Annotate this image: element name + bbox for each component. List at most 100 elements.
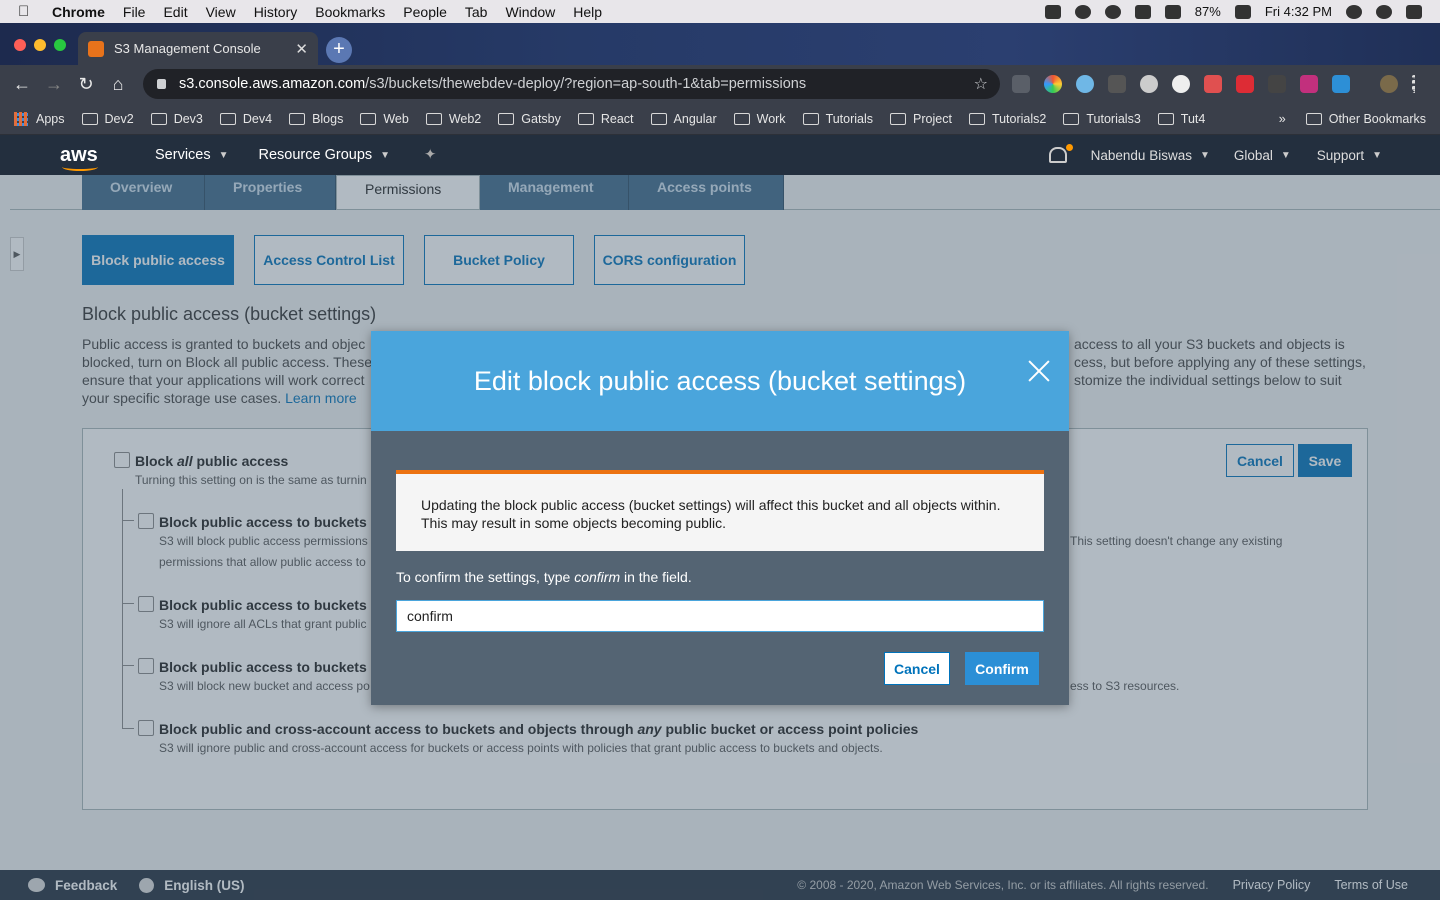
extensions-area	[1012, 75, 1416, 93]
bookmark-label: Dev4	[242, 111, 273, 126]
bookmark-folder[interactable]: Dev3	[150, 112, 203, 126]
warning-text-line1: Updating the block public access (bucket…	[421, 497, 1001, 513]
bookmark-folder[interactable]: Project	[890, 112, 952, 126]
bookmark-star-icon[interactable]: ☆	[974, 74, 988, 94]
services-menu[interactable]: Services ▼	[155, 147, 229, 163]
home-icon[interactable]: ⌂	[102, 74, 134, 95]
folder-icon	[425, 112, 442, 125]
menu-app[interactable]: Chrome	[52, 4, 105, 20]
menu-help[interactable]: Help	[573, 4, 602, 20]
time-machine-icon[interactable]	[1104, 4, 1121, 19]
folder-icon	[81, 112, 98, 125]
bookmark-folder[interactable]: Tut4	[1157, 112, 1205, 126]
target-extension-icon[interactable]	[1140, 75, 1158, 93]
bookmark-label: Dev2	[104, 111, 134, 126]
menu-view[interactable]: View	[206, 4, 236, 20]
close-tab-icon[interactable]: ✕	[295, 40, 308, 58]
close-window-button[interactable]	[14, 39, 26, 51]
creative-cloud-icon[interactable]	[1074, 4, 1091, 19]
new-tab-button[interactable]: +	[326, 37, 352, 63]
bookmark-folder[interactable]: Gatsby	[498, 112, 561, 126]
profile-avatar[interactable]	[1380, 75, 1398, 93]
bookmark-folder[interactable]: Tutorials2	[968, 112, 1046, 126]
bookmark-folder[interactable]: Work	[733, 112, 786, 126]
battery-icon[interactable]	[1234, 4, 1251, 19]
forward-arrow-icon[interactable]: →	[38, 74, 70, 95]
modal-title: Edit block public access (bucket setting…	[473, 366, 967, 396]
bookmark-folder[interactable]: React	[577, 112, 634, 126]
bookmark-label: Gatsby	[521, 111, 561, 126]
menu-file[interactable]: File	[123, 4, 146, 20]
status-check-icon[interactable]	[1044, 4, 1061, 19]
notifications-bell-icon[interactable]	[1048, 144, 1073, 163]
pen-extension-icon[interactable]	[1108, 75, 1126, 93]
folder-icon	[650, 112, 667, 125]
folder-icon	[577, 112, 594, 125]
menu-window[interactable]: Window	[505, 4, 555, 20]
services-label: Services	[155, 147, 211, 163]
user-menu[interactable]: Nabendu Biswas ▼	[1091, 148, 1210, 163]
apple-icon[interactable]: 	[18, 3, 36, 20]
pin-icon[interactable]: ✦	[424, 147, 436, 163]
resource-groups-menu[interactable]: Resource Groups ▼	[259, 147, 391, 163]
bookmark-folder[interactable]: Web2	[425, 111, 482, 126]
resource-groups-label: Resource Groups	[258, 147, 373, 163]
browser-tab[interactable]: S3 Management Console ✕	[78, 32, 318, 65]
menu-people[interactable]: People	[403, 4, 447, 20]
video-extension-icon[interactable]	[1204, 75, 1222, 93]
back-arrow-icon[interactable]: ←	[6, 74, 38, 95]
zoom-window-button[interactable]	[54, 39, 66, 51]
address-bar[interactable]: s3.console.aws.amazon.com /s3/buckets/th…	[143, 69, 1000, 99]
siri-icon[interactable]	[1376, 4, 1392, 19]
aws-logo[interactable]: aws	[60, 144, 102, 171]
bookmark-folder[interactable]: Angular	[650, 112, 717, 126]
wifi-icon[interactable]	[1134, 4, 1151, 19]
support-menu[interactable]: Support ▼	[1317, 148, 1382, 163]
menu-edit[interactable]: Edit	[163, 4, 187, 20]
bookmark-folder[interactable]: Tutorials3	[1063, 112, 1141, 126]
reload-icon[interactable]: ↻	[70, 74, 102, 95]
close-icon[interactable]	[1027, 359, 1051, 383]
folder-icon	[890, 112, 907, 125]
modal-confirm-button[interactable]: Confirm	[965, 652, 1039, 685]
modal-cancel-button[interactable]: Cancel	[884, 652, 950, 685]
bookmark-folder[interactable]: Web	[360, 111, 409, 126]
volume-icon[interactable]	[1164, 4, 1181, 19]
support-label: Support	[1316, 147, 1365, 163]
apps-grid-icon	[14, 111, 28, 126]
user-name: Nabendu Biswas	[1090, 147, 1192, 163]
bookmark-folder[interactable]: Tutorials	[802, 111, 874, 126]
bookmark-label: Web2	[448, 111, 482, 126]
redux-extension-icon[interactable]	[1268, 75, 1286, 93]
bookmark-folder[interactable]: Blogs	[289, 112, 343, 126]
confirm-input[interactable]	[396, 600, 1044, 632]
bookmark-folder[interactable]: Dev4	[219, 111, 273, 126]
grid-extension-icon[interactable]	[1300, 75, 1318, 93]
react-devtools-icon[interactable]	[1076, 75, 1094, 93]
bookmarks-overflow-button[interactable]: »	[1279, 112, 1286, 126]
color-picker-extension-icon[interactable]	[1044, 75, 1062, 93]
menu-history[interactable]: History	[254, 4, 298, 20]
region-menu[interactable]: Global ▼	[1234, 148, 1291, 163]
menu-tab[interactable]: Tab	[465, 4, 488, 20]
bookmark-folder[interactable]: Dev2	[81, 111, 134, 126]
browser-toolbar: ← → ↻ ⌂ s3.console.aws.amazon.com /s3/bu…	[0, 65, 1440, 103]
bookmark-label: Tutorials	[825, 111, 874, 126]
bookmark-label: Web	[383, 111, 409, 126]
notification-center-icon[interactable]	[1406, 4, 1422, 19]
chrome-menu-icon[interactable]	[1412, 75, 1416, 93]
json-extension-icon[interactable]	[1012, 75, 1030, 93]
folder-icon	[219, 112, 236, 125]
bookmark-label: Other Bookmarks	[1328, 111, 1426, 126]
iq-extension-icon[interactable]	[1332, 75, 1350, 93]
bookmark-label: Project	[913, 111, 952, 126]
clock[interactable]: Fri 4:32 PM	[1265, 4, 1332, 19]
spotlight-icon[interactable]	[1346, 4, 1362, 19]
folder-icon	[289, 112, 306, 125]
minimize-window-button[interactable]	[34, 39, 46, 51]
bookmark-apps[interactable]: Apps	[14, 111, 65, 126]
circle-extension-icon[interactable]	[1172, 75, 1190, 93]
menu-bookmarks[interactable]: Bookmarks	[315, 4, 385, 20]
other-bookmarks[interactable]: Other Bookmarks	[1305, 111, 1426, 126]
angular-extension-icon[interactable]	[1236, 75, 1254, 93]
